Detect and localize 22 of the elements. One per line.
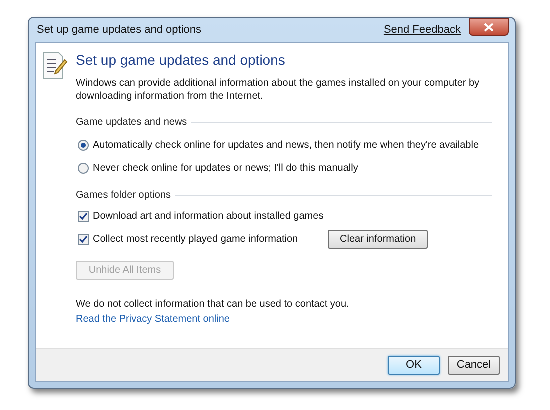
window-title: Set up game updates and options: [37, 22, 202, 38]
checkbox[interactable]: [78, 211, 89, 222]
close-icon: [484, 22, 494, 32]
radio-option[interactable]: Automatically check online for updates and news, then notify me when they're available: [78, 138, 492, 153]
document-pencil-icon: [42, 51, 68, 81]
radio-button[interactable]: [78, 163, 89, 174]
radio-button[interactable]: [78, 140, 89, 151]
ok-button[interactable]: OK: [388, 356, 440, 374]
radio-option[interactable]: Never check online for updates or news; I'll do this manually: [78, 161, 492, 176]
cancel-button[interactable]: Cancel: [448, 356, 500, 374]
close-button[interactable]: [469, 18, 509, 36]
group-label: Game updates and news: [76, 116, 188, 130]
intro-text: Windows can provide additional information about the games installed on your computer by downloading information from the Internet.: [76, 77, 481, 103]
feedback-link[interactable]: Send Feedback: [384, 22, 461, 38]
checkbox-option[interactable]: Collect most recently played game information: [78, 232, 298, 247]
dialog-heading: Set up game updates and options: [76, 51, 286, 69]
privacy-link[interactable]: Read the Privacy Statement online: [76, 312, 230, 327]
checkbox-option[interactable]: Download art and information about installed games: [78, 209, 324, 224]
checkbox[interactable]: [78, 234, 89, 245]
group-label: Games folder options: [76, 189, 172, 203]
action-button[interactable]: Clear information: [328, 230, 428, 249]
privacy-note: We do not collect information that can be used to contact you.: [76, 298, 350, 312]
